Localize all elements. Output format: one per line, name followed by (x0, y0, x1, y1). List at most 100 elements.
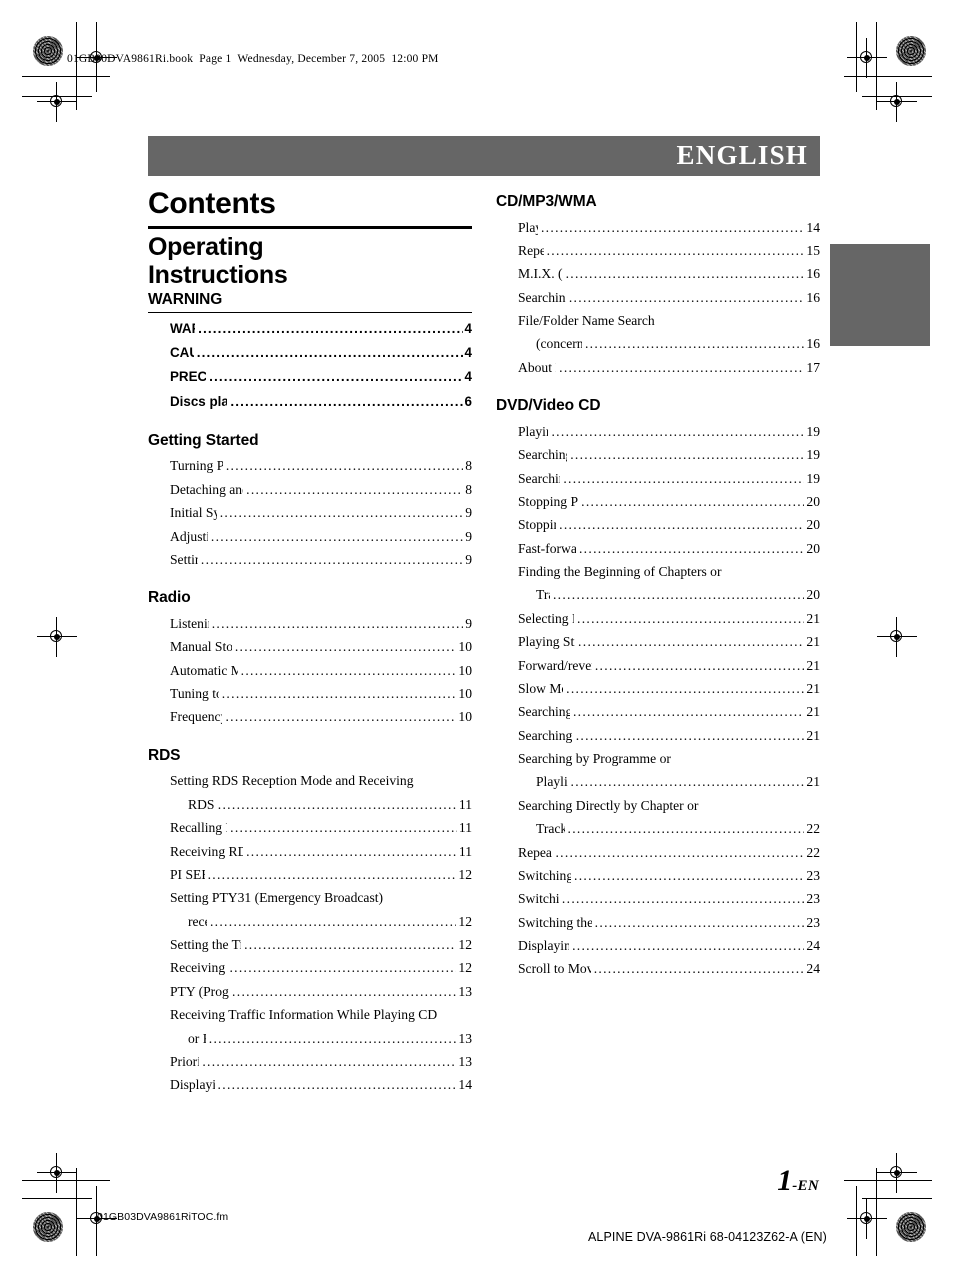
toc-leader-dots: ........................................… (209, 913, 456, 929)
toc-entry-title: About MP3/WMA (518, 359, 556, 375)
toc-entry[interactable]: Stopping Playback (PRE-STOP)............… (496, 490, 820, 513)
toc-entry[interactable]: Searching by Programme..................… (496, 443, 820, 466)
subtitle: Operating Instructions (148, 233, 472, 289)
toc-leader-dots: ........................................… (225, 458, 464, 474)
toc-entry[interactable]: Selecting Programme/Playlist............… (496, 607, 820, 630)
toc-entry[interactable]: RDS Stations............................… (148, 793, 472, 816)
toc-entry[interactable]: Playback................................… (496, 216, 820, 239)
toc-entry[interactable]: Searching by Playlist...................… (496, 467, 820, 490)
toc-entry[interactable]: Forward/reverse frame-by-frame Playback.… (496, 654, 820, 677)
toc-entry-title-wrap[interactable]: Setting RDS Reception Mode and Receiving (148, 769, 472, 792)
toc-entry[interactable]: Stopping Playback.......................… (496, 513, 820, 536)
footer-model-code: ALPINE DVA-9861Ri 68-04123Z62-A (EN) (588, 1230, 827, 1244)
toc-entry-title: Searching by Programme (518, 447, 568, 463)
toc-entry-page: 4 (464, 369, 472, 385)
toc-entry[interactable]: Priority News...........................… (148, 1050, 472, 1073)
toc-entry-title-wrap[interactable]: Searching by Programme or (496, 747, 820, 770)
title-divider (148, 225, 472, 229)
toc-entry-page: 21 (806, 704, 820, 720)
toc-entry-page: 24 (806, 938, 820, 954)
toc-entry[interactable]: CAUTION.................................… (148, 341, 472, 365)
toc-entry[interactable]: Frequency Search Function...............… (148, 705, 472, 728)
toc-entry[interactable]: WARNING.................................… (148, 317, 472, 341)
toc-entry[interactable]: Receiving Traffic Information...........… (148, 956, 472, 979)
toc-leader-dots: ........................................… (593, 961, 805, 977)
toc-entry-title-wrap[interactable]: Receiving Traffic Information While Play… (148, 1003, 472, 1026)
toc-entry[interactable]: M.I.X. (Random Play)....................… (496, 262, 820, 285)
toc-entry[interactable]: Setting Time............................… (148, 548, 472, 571)
toc-entry[interactable]: PRECAUTIONS.............................… (148, 365, 472, 389)
toc-entry[interactable]: (concerning MP3/WMA)....................… (496, 332, 820, 355)
toc-entry[interactable]: Receiving RDS Regional (Local) Stations.… (148, 840, 472, 863)
toc-entry-title: Searching by Group Number (518, 727, 573, 743)
toc-leader-dots: ........................................… (577, 610, 804, 626)
toc-entry[interactable]: Recalling Preset RDS Stations...........… (148, 816, 472, 839)
toc-section: Getting Started Turning Power On and Off.… (148, 432, 472, 571)
toc-entry[interactable]: Setting the Time to automatically Adjust… (148, 933, 472, 956)
toc-entry[interactable]: Displaying the Disc Status..............… (496, 934, 820, 957)
toc-entry[interactable]: Track Number............................… (496, 817, 820, 840)
toc-entry[interactable]: Discs playable on this unit.............… (148, 390, 472, 414)
toc-entry[interactable]: Switching the Subtitles (subtitle langua… (496, 911, 820, 934)
toc-entry[interactable]: Switching the Angle.....................… (496, 887, 820, 910)
toc-entry-page: 10 (458, 709, 472, 725)
toc-leader-dots: ........................................… (246, 481, 463, 497)
toc-section-heading: Radio (148, 589, 191, 607)
toc-leader-dots: ........................................… (594, 657, 805, 673)
toc-entry-title-wrap[interactable]: Searching Directly by Chapter or (496, 794, 820, 817)
toc-entry-title: Listening to Radio (170, 615, 209, 631)
toc-entry[interactable]: Fast-forwarding/Fast-reversing..........… (496, 537, 820, 560)
toc-entry[interactable]: or Radio................................… (148, 1027, 472, 1050)
toc-entry-title-wrap[interactable]: File/Folder Name Search (496, 309, 820, 332)
toc-leader-dots: ........................................… (578, 634, 804, 650)
toc-leader-dots: ........................................… (234, 639, 457, 655)
toc-entry-page: 10 (458, 686, 472, 702)
toc-entry[interactable]: Detaching and Attaching the Front Panel.… (148, 478, 472, 501)
toc-entry-title: (concerning MP3/WMA) (536, 336, 582, 352)
toc-entry-title: Repeat Play (518, 242, 544, 258)
toc-leader-dots: ........................................… (551, 423, 805, 439)
toc-entry[interactable]: PTY (Programme Type) Tuning.............… (148, 980, 472, 1003)
toc-entry[interactable]: Searching by Group Number...............… (496, 724, 820, 747)
toc-entry[interactable]: Repeat Play.............................… (496, 239, 820, 262)
toc-entry[interactable]: Searching from CD Text..................… (496, 286, 820, 309)
toc-entry[interactable]: Searching by Title Number...............… (496, 700, 820, 723)
toc-leader-dots: ........................................… (572, 938, 804, 954)
left-sections-container: WARNINGWARNING..........................… (148, 291, 472, 1097)
toc-section-body: Setting RDS Reception Mode and Receiving… (148, 768, 472, 1096)
toc-entry[interactable]: Tracks..................................… (496, 583, 820, 606)
toc-entry[interactable]: About MP3/WMA...........................… (496, 356, 820, 379)
toc-entry[interactable]: Automatic Memory of Station Presets.....… (148, 659, 472, 682)
toc-entry-page: 12 (458, 866, 472, 882)
toc-entry[interactable]: Slow Motion Playback....................… (496, 677, 820, 700)
toc-section-body: Turning Power On and Off................… (148, 453, 472, 571)
toc-entry[interactable]: Tuning to Preset Stations...............… (148, 682, 472, 705)
toc-leader-dots: ........................................… (211, 615, 464, 631)
toc-entry[interactable]: PI SEEK Setting.........................… (148, 863, 472, 886)
toc-entry-title-wrap[interactable]: Finding the Beginning of Chapters or (496, 560, 820, 583)
toc-entry-title-wrap[interactable]: Setting PTY31 (Emergency Broadcast) (148, 886, 472, 909)
toc-entry[interactable]: Playing a Disc..........................… (496, 420, 820, 443)
toc-entry[interactable]: Scroll to Move the Page Forward or Back.… (496, 957, 820, 980)
toc-entry[interactable]: Manual Storing of Station Presets.......… (148, 635, 472, 658)
toc-leader-dots: ........................................… (540, 219, 805, 235)
toc-entry[interactable]: Repeat Playback.........................… (496, 841, 820, 864)
toc-leader-dots: ........................................… (572, 704, 804, 720)
toc-entry[interactable]: Playing Still Frames (pausing)..........… (496, 630, 820, 653)
toc-entry[interactable]: reception...............................… (148, 910, 472, 933)
toc-entry[interactable]: Initial System Start-Up.................… (148, 501, 472, 524)
toc-entry[interactable]: Turning Power On and Off................… (148, 454, 472, 477)
toc-leader-dots: ........................................… (566, 680, 805, 696)
toc-entry-page: 23 (806, 891, 820, 907)
toc-entry[interactable]: Listening to Radio......................… (148, 612, 472, 635)
page-number-suffix: -EN (792, 1178, 819, 1194)
toc-entry-title: Stopping Playback (518, 517, 556, 533)
toc-entry[interactable]: Displaying Radio Text...................… (148, 1073, 472, 1096)
toc-entry[interactable]: Adjusting Volume........................… (148, 525, 472, 548)
toc-entry[interactable]: Playlist Number.........................… (496, 770, 820, 793)
toc-entry-title: Initial System Start-Up (170, 505, 217, 521)
toc-entry-page: 19 (806, 447, 820, 463)
toc-entry[interactable]: Switching the Audio Tracks..............… (496, 864, 820, 887)
toc-entry-page: 8 (465, 458, 472, 474)
toc-entry-page: 13 (458, 983, 472, 999)
